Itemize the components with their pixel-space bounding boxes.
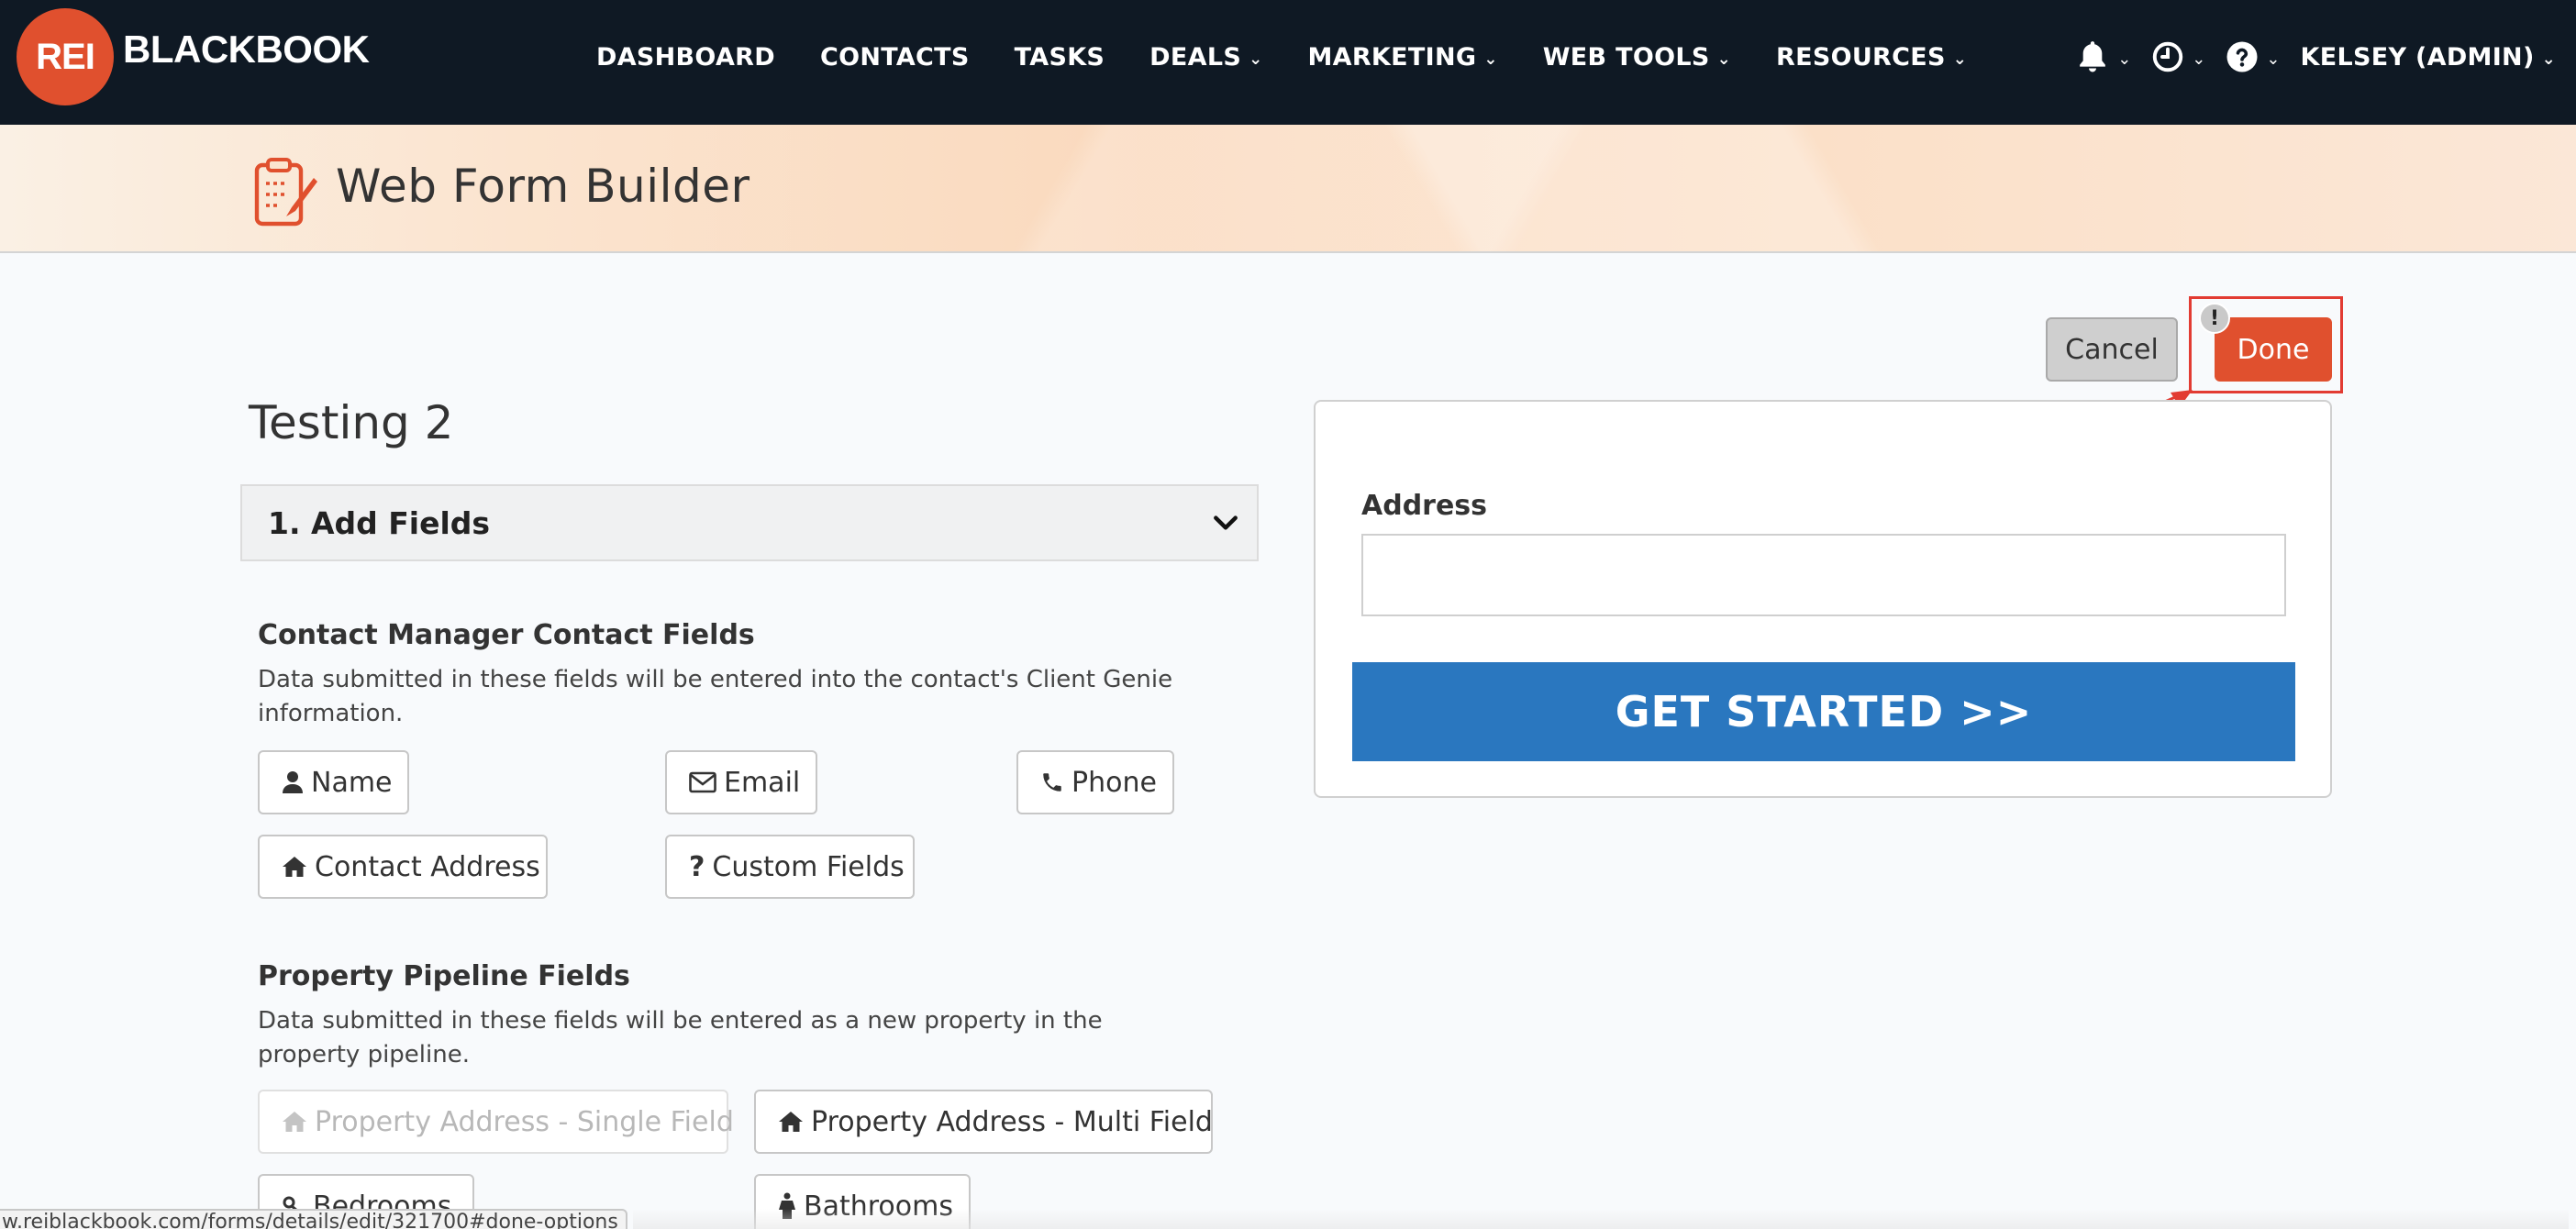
notifications-button[interactable]: ⌄ — [2075, 39, 2131, 75]
nav-resources-label: RESOURCES — [1775, 42, 1946, 72]
status-bar-url: w.reiblackbook.com/forms/details/edit/32… — [0, 1209, 627, 1229]
preview-address-input[interactable] — [1361, 534, 2286, 616]
brand-logo-badge: REI — [17, 8, 114, 105]
nav-marketing[interactable]: MARKETING ⌄ — [1307, 43, 1497, 72]
nav-web-tools[interactable]: WEB TOOLS ⌄ — [1543, 43, 1731, 72]
add-fields-accordion[interactable]: 1. Add Fields — [240, 484, 1259, 561]
phone-icon — [1040, 770, 1064, 794]
recent-activity-button[interactable]: ⌄ — [2151, 40, 2205, 73]
page-header: Web Form Builder — [0, 125, 2576, 253]
chevron-down-icon: ⌄ — [2541, 49, 2556, 69]
nav-resources[interactable]: RESOURCES ⌄ — [1776, 43, 1967, 72]
home-icon — [282, 856, 307, 878]
chevron-down-icon: ⌄ — [2266, 49, 2281, 69]
property-fields-title: Property Pipeline Fields — [258, 960, 630, 992]
chevron-down-icon: ⌄ — [1952, 49, 1968, 69]
brand-logo[interactable]: REI BLACKBOOK — [17, 8, 370, 105]
home-icon — [778, 1111, 804, 1133]
field-property-address-single-label: Property Address - Single Field — [315, 1105, 734, 1138]
field-contact-address-label: Contact Address — [315, 850, 540, 883]
field-name-label: Name — [311, 766, 393, 799]
field-contact-address-button[interactable]: Contact Address — [258, 835, 548, 899]
contact-fields-title: Contact Manager Contact Fields — [258, 619, 755, 651]
preview-address-label: Address — [1361, 490, 1488, 522]
form-edit-icon — [253, 156, 319, 233]
nav-deals[interactable]: DEALS ⌄ — [1149, 43, 1262, 72]
property-fields-description: Data submitted in these fields will be e… — [258, 1007, 1103, 1068]
user-name: KELSEY (ADMIN) — [2300, 42, 2535, 72]
chevron-down-icon: ⌄ — [2192, 49, 2206, 69]
nav-web-tools-label: WEB TOOLS — [1542, 42, 1710, 72]
contact-fields-description: Data submitted in these fields will be e… — [258, 666, 1173, 727]
field-phone-label: Phone — [1071, 766, 1157, 799]
home-icon — [282, 1111, 307, 1133]
field-property-address-multi-label: Property Address - Multi Field — [811, 1105, 1213, 1138]
form-preview: Address GET STARTED >> — [1314, 400, 2332, 798]
chevron-down-icon: ⌄ — [2117, 49, 2132, 69]
nav-tasks[interactable]: TASKS — [1015, 43, 1105, 72]
help-button[interactable]: ⌄ — [2226, 40, 2280, 73]
nav-tasks-label: TASKS — [1014, 42, 1105, 72]
chevron-down-icon: ⌄ — [1249, 49, 1263, 69]
bell-icon — [2075, 39, 2110, 75]
main-menu: DASHBOARD CONTACTS TASKS DEALS ⌄ MARKETIN… — [596, 0, 2012, 114]
nav-marketing-label: MARKETING — [1307, 42, 1477, 72]
field-property-address-single-button: Property Address - Single Field — [258, 1090, 734, 1154]
nav-deals-label: DEALS — [1149, 42, 1242, 72]
chevron-down-icon: ⌄ — [1716, 49, 1731, 69]
envelope-icon — [689, 771, 716, 793]
help-icon — [2226, 40, 2259, 73]
field-email-label: Email — [724, 766, 801, 799]
chevron-down-icon — [1211, 508, 1240, 541]
field-property-address-multi-button[interactable]: Property Address - Multi Field — [754, 1090, 1213, 1154]
field-phone-button[interactable]: Phone — [1016, 750, 1174, 814]
brand-logo-word: BLACKBOOK — [123, 28, 370, 71]
field-name-button[interactable]: Name — [258, 750, 409, 814]
page-title: Web Form Builder — [336, 160, 750, 213]
bottom-shadow — [633, 1209, 2569, 1229]
form-name: Testing 2 — [249, 396, 454, 449]
accordion-title: 1. Add Fields — [268, 504, 491, 541]
preview-submit-button[interactable]: GET STARTED >> — [1352, 662, 2295, 761]
cancel-button[interactable]: Cancel — [2046, 317, 2178, 382]
nav-dashboard-label: DASHBOARD — [596, 42, 775, 72]
user-icon — [282, 770, 304, 794]
field-custom-fields-button[interactable]: ? Custom Fields — [665, 835, 915, 899]
nav-contacts-label: CONTACTS — [819, 42, 970, 72]
nav-contacts[interactable]: CONTACTS — [820, 43, 970, 72]
field-custom-fields-label: Custom Fields — [712, 850, 905, 883]
question-icon: ? — [689, 850, 705, 883]
warning-badge: ! — [2199, 303, 2230, 334]
nav-dashboard[interactable]: DASHBOARD — [596, 43, 775, 72]
clock-icon — [2151, 40, 2184, 73]
nav-utilities: ⌄ ⌄ ⌄ KELSEY (ADMIN) ⌄ — [2075, 0, 2556, 114]
user-menu[interactable]: KELSEY (ADMIN) ⌄ — [2300, 43, 2556, 72]
field-email-button[interactable]: Email — [665, 750, 817, 814]
chevron-down-icon: ⌄ — [1483, 49, 1498, 69]
top-navbar: REI BLACKBOOK DASHBOARD CONTACTS TASKS D… — [0, 0, 2576, 125]
done-button[interactable]: Done — [2215, 317, 2332, 382]
